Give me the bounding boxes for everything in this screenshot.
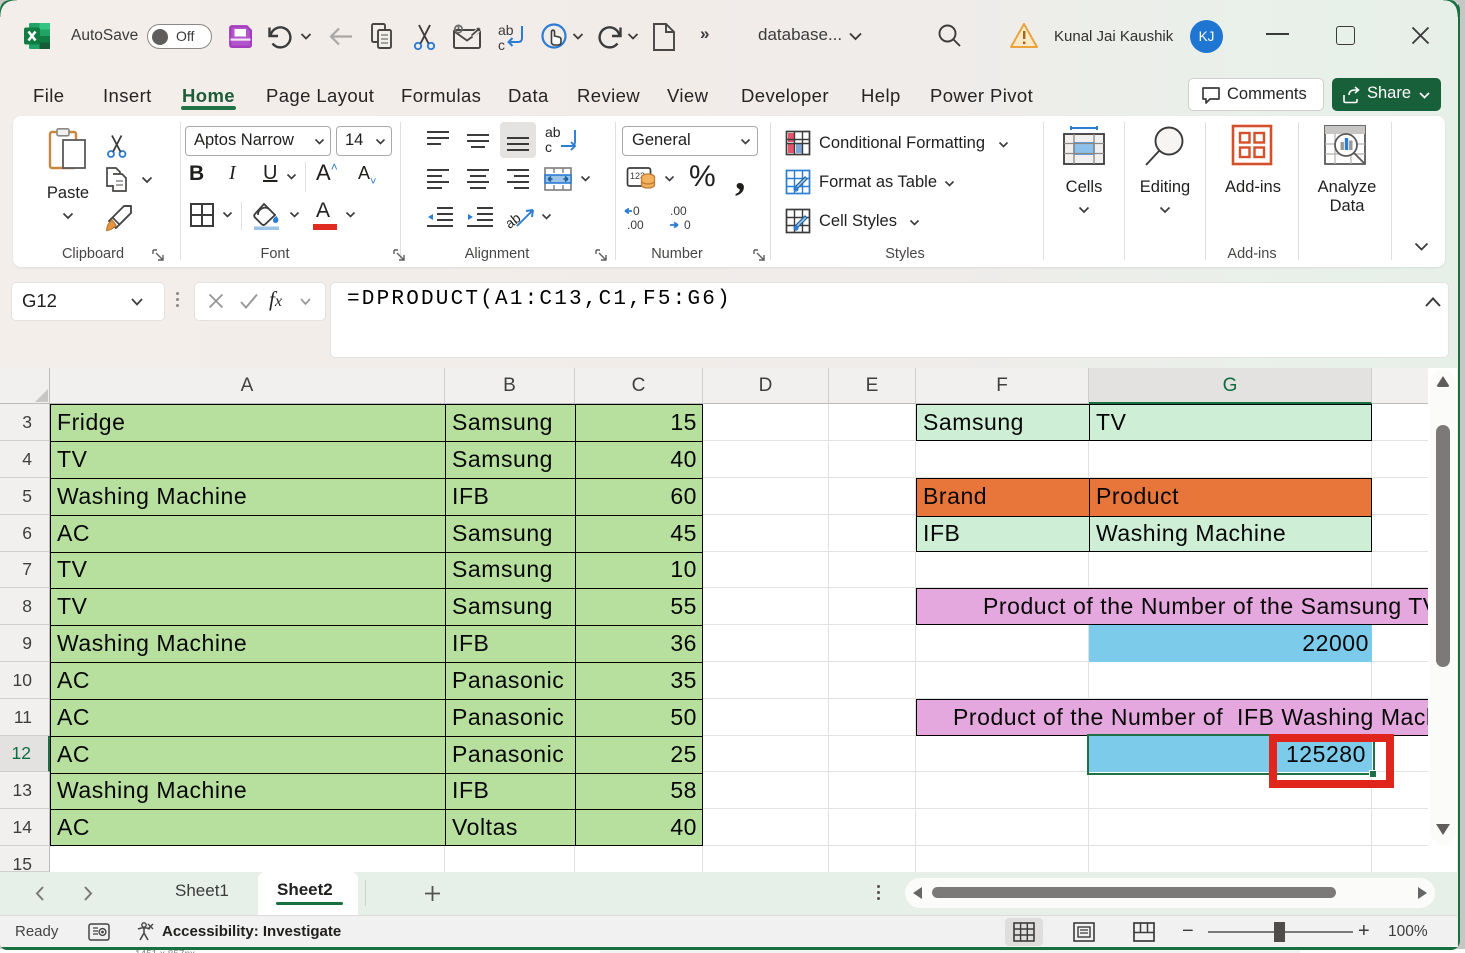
svg-text:ab: ab <box>545 124 561 140</box>
svg-text:0: 0 <box>633 204 640 218</box>
svg-text:c: c <box>545 139 552 155</box>
svg-text:0: 0 <box>684 218 691 232</box>
svg-text:.00: .00 <box>670 204 687 218</box>
svg-text:.00: .00 <box>627 218 644 232</box>
svg-text:ab: ab <box>498 22 514 38</box>
svg-text:c: c <box>498 37 505 52</box>
